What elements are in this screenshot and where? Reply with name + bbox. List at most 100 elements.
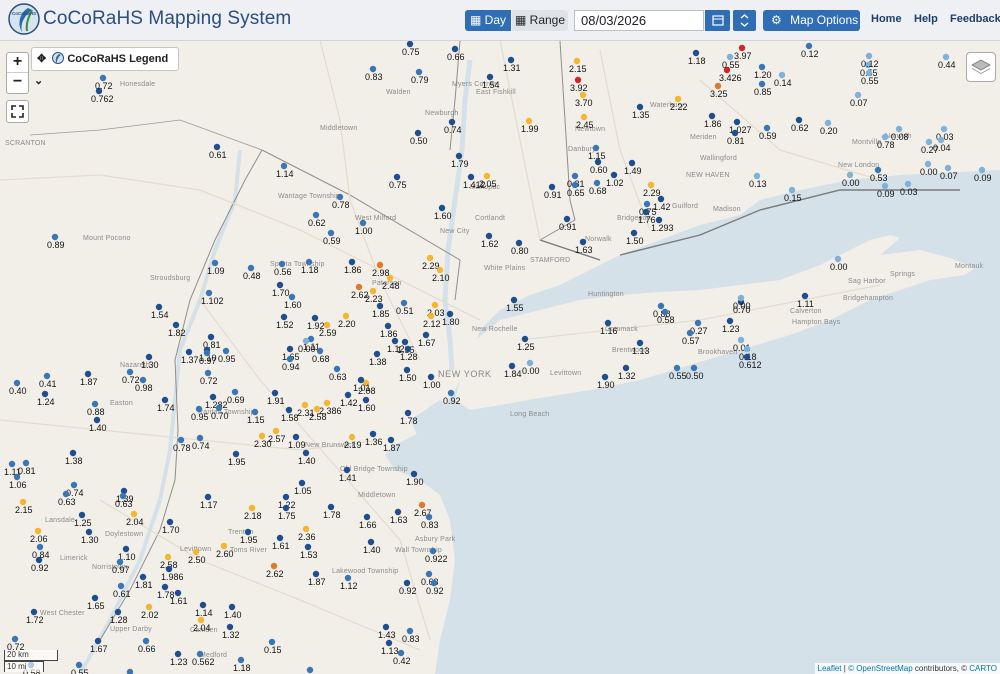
station-marker[interactable]: 1.00: [355, 219, 373, 236]
station-marker[interactable]: 1.13: [381, 639, 399, 656]
station-marker[interactable]: 1.52: [276, 313, 294, 330]
station-marker[interactable]: 1.25: [74, 511, 92, 528]
station-marker[interactable]: 1.02: [606, 171, 624, 188]
station-marker[interactable]: 3.25: [710, 82, 728, 99]
station-marker[interactable]: 0.77: [122, 668, 140, 674]
station-marker[interactable]: 1.32: [222, 623, 240, 640]
station-marker[interactable]: 2.18: [244, 504, 262, 521]
station-marker[interactable]: 1.85: [372, 302, 390, 319]
station-marker[interactable]: 0.91: [544, 183, 562, 200]
station-marker[interactable]: 2.04: [193, 616, 211, 633]
station-marker[interactable]: 1.50: [399, 366, 417, 383]
station-marker[interactable]: 0.59: [323, 229, 341, 246]
layers-button[interactable]: [966, 52, 996, 82]
station-marker[interactable]: 1.09: [207, 259, 225, 276]
station-marker[interactable]: 0.63: [329, 365, 347, 382]
station-marker[interactable]: 2.45: [576, 113, 594, 130]
station-marker[interactable]: 3.97: [734, 44, 752, 61]
station-marker[interactable]: 1.66: [359, 513, 377, 530]
station-marker[interactable]: 0.60: [590, 158, 608, 175]
station-marker[interactable]: 1.42: [340, 391, 358, 408]
station-marker[interactable]: 1.99: [521, 117, 539, 134]
station-marker[interactable]: 2.02: [141, 603, 159, 620]
station-marker[interactable]: 1.09: [288, 433, 306, 450]
station-marker[interactable]: 1.35: [632, 103, 650, 120]
station-marker[interactable]: 0.08: [891, 125, 909, 142]
station-marker[interactable]: 1.30: [141, 353, 159, 370]
station-marker[interactable]: 0.14: [774, 71, 792, 88]
station-marker[interactable]: 1.54: [482, 73, 500, 90]
station-marker[interactable]: 0.72: [95, 74, 113, 91]
leaflet-link[interactable]: Leaflet: [818, 664, 842, 673]
station-marker[interactable]: 1.58: [281, 406, 299, 423]
station-marker[interactable]: 0.15: [784, 186, 802, 203]
station-marker[interactable]: 1.49: [624, 159, 642, 176]
station-marker[interactable]: 1.86: [380, 322, 398, 339]
station-marker[interactable]: 1.31: [503, 56, 521, 73]
station-marker[interactable]: 0.51: [396, 299, 414, 316]
map-options-button[interactable]: ⚙ Map Options: [763, 10, 860, 31]
station-marker[interactable]: 1.62: [481, 232, 499, 249]
date-stepper[interactable]: [733, 10, 756, 31]
station-marker[interactable]: 1.67: [90, 637, 108, 654]
station-marker[interactable]: 1.18: [233, 656, 251, 673]
station-marker[interactable]: 2.22: [670, 95, 688, 112]
station-marker[interactable]: 2.29: [422, 254, 440, 271]
station-marker[interactable]: 1.43: [378, 623, 396, 640]
station-marker[interactable]: 1.90: [597, 373, 615, 390]
station-marker[interactable]: 0.69: [227, 388, 245, 405]
station-marker[interactable]: 0.68: [589, 179, 607, 196]
cocorahs-logo[interactable]: CoCoRaHS: [8, 2, 40, 36]
station-marker[interactable]: 0.15: [264, 638, 282, 655]
station-marker[interactable]: 0.61: [209, 143, 227, 160]
station-marker[interactable]: 1.61: [272, 534, 290, 551]
station-marker[interactable]: 0.85: [754, 80, 772, 97]
station-marker[interactable]: 1.20: [754, 63, 772, 80]
station-marker[interactable]: 1.102: [201, 289, 224, 306]
station-marker[interactable]: 2.15: [15, 498, 33, 515]
station-marker[interactable]: 0.83: [365, 65, 383, 82]
date-input[interactable]: 08/03/2026: [574, 10, 704, 31]
station-marker[interactable]: 1.53: [300, 543, 318, 560]
station-marker[interactable]: 0.07: [940, 164, 958, 181]
station-marker[interactable]: 1.86: [344, 258, 362, 275]
station-marker[interactable]: 1.84: [504, 362, 522, 379]
station-marker[interactable]: 1.11: [797, 292, 814, 309]
station-marker[interactable]: 1.25: [517, 335, 535, 352]
station-marker[interactable]: 0.92: [399, 579, 417, 596]
station-marker[interactable]: 2.98: [372, 261, 390, 278]
station-marker[interactable]: 0.74: [192, 434, 210, 451]
station-marker[interactable]: 1.36: [365, 430, 383, 447]
station-marker[interactable]: 0.89: [47, 233, 65, 250]
station-marker[interactable]: 2.04: [126, 510, 144, 527]
map-canvas[interactable]: SCRANTON Honesdale Middletown Newburgh Walde…: [0, 41, 1000, 674]
station-marker[interactable]: 1.50: [626, 229, 644, 246]
station-marker[interactable]: 0.75: [389, 173, 407, 190]
station-marker[interactable]: 1.78: [400, 409, 418, 426]
nav-help-link[interactable]: Help: [914, 13, 938, 25]
station-marker[interactable]: 1.28: [110, 608, 128, 625]
station-marker[interactable]: 0.55: [669, 364, 687, 381]
station-marker[interactable]: 2.20: [338, 312, 356, 329]
station-marker[interactable]: 0.83: [402, 627, 420, 644]
station-marker[interactable]: 2.29: [643, 181, 661, 198]
range-mode-button[interactable]: ▦ Range: [512, 10, 568, 31]
station-marker[interactable]: 1.95: [228, 450, 246, 467]
station-marker[interactable]: 1.18: [688, 49, 706, 66]
station-marker[interactable]: 0.59: [759, 124, 777, 141]
station-marker[interactable]: 0.50: [686, 364, 704, 381]
station-marker[interactable]: 1.63: [390, 508, 408, 525]
station-marker[interactable]: 1.55: [506, 296, 524, 313]
station-marker[interactable]: 0.41: [39, 372, 57, 389]
station-marker[interactable]: 1.81: [135, 573, 153, 590]
station-marker[interactable]: 1.91: [267, 389, 285, 406]
station-marker[interactable]: 2.15: [569, 57, 587, 74]
station-marker[interactable]: 1.90: [406, 470, 424, 487]
station-marker[interactable]: 1.38: [65, 449, 83, 466]
legend-toggle[interactable]: ✥ CoCoRaHS Legend ⌄: [31, 47, 179, 87]
nav-home-link[interactable]: Home: [871, 13, 902, 25]
station-marker[interactable]: 0.62: [308, 211, 326, 228]
move-icon[interactable]: ✥: [37, 53, 46, 65]
station-marker[interactable]: 0.80: [511, 239, 529, 256]
station-marker[interactable]: 1.82: [168, 321, 186, 338]
